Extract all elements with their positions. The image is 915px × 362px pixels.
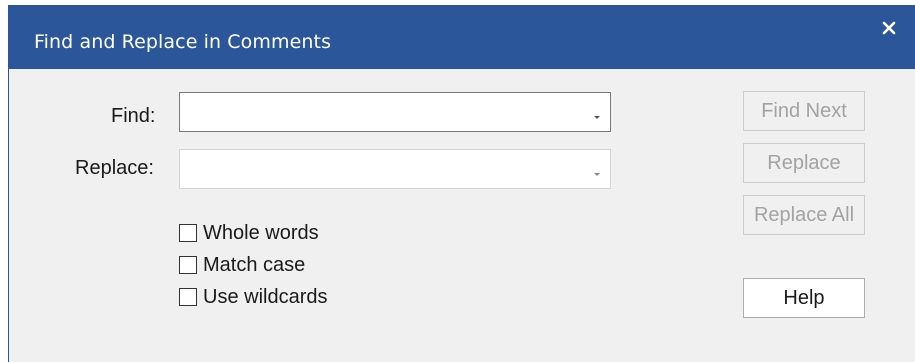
dialog-title: Find and Replace in Comments: [34, 31, 332, 53]
find-replace-dialog: Find and Replace in Comments Find: Repla…: [8, 5, 915, 362]
find-input[interactable]: [184, 97, 569, 127]
close-icon[interactable]: [878, 17, 900, 39]
replace-button[interactable]: Replace: [743, 143, 865, 183]
chevron-down-icon[interactable]: [592, 166, 602, 176]
find-label: Find:: [111, 105, 156, 127]
whole-words-checkbox[interactable]: Whole words: [179, 221, 319, 245]
match-case-label: Match case: [203, 253, 306, 276]
match-case-box[interactable]: [179, 256, 197, 274]
use-wildcards-checkbox[interactable]: Use wildcards: [179, 285, 327, 309]
replace-all-button[interactable]: Replace All: [743, 195, 865, 235]
replace-label: Replace:: [75, 157, 154, 179]
whole-words-box[interactable]: [179, 224, 197, 242]
replace-input[interactable]: [184, 154, 569, 184]
match-case-checkbox[interactable]: Match case: [179, 253, 305, 277]
title-bar: Find and Replace in Comments: [9, 5, 915, 69]
find-combobox[interactable]: [179, 92, 611, 132]
find-next-button[interactable]: Find Next: [743, 91, 865, 131]
whole-words-label: Whole words: [203, 221, 319, 244]
replace-combobox[interactable]: [179, 149, 611, 189]
use-wildcards-box[interactable]: [179, 288, 197, 306]
use-wildcards-label: Use wildcards: [203, 285, 328, 308]
help-button[interactable]: Help: [743, 278, 865, 318]
chevron-down-icon[interactable]: [592, 109, 602, 119]
